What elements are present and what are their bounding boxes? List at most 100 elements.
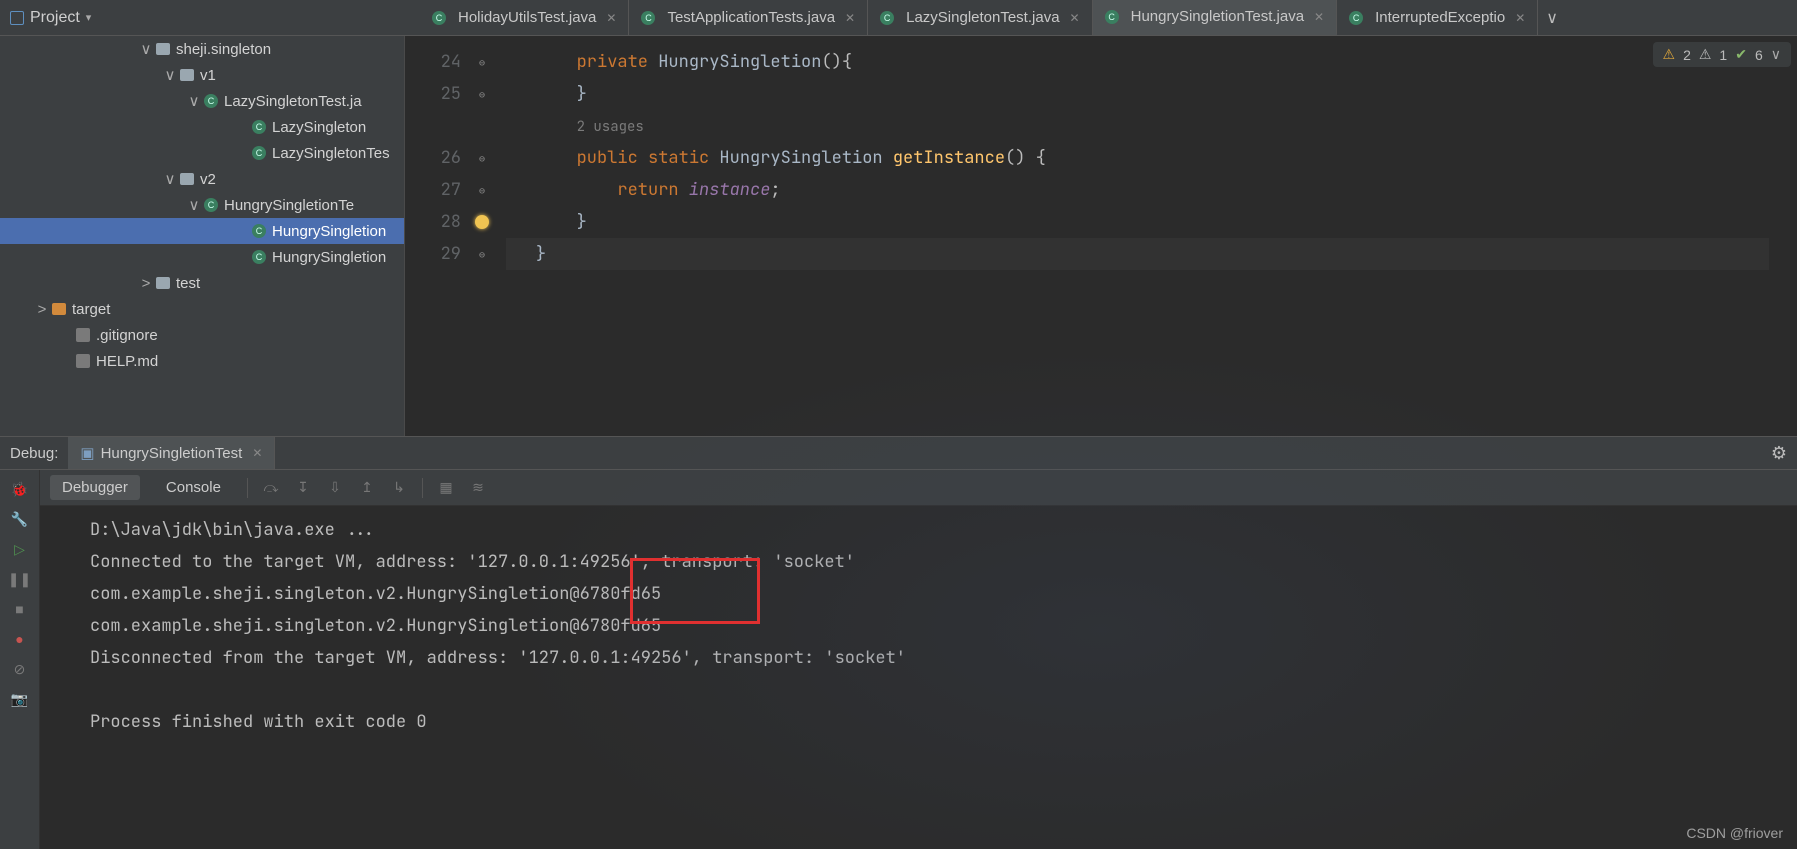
tree-item[interactable]: > target bbox=[0, 296, 404, 322]
gutter: 242526272829 bbox=[405, 36, 469, 436]
project-selector[interactable]: Project ▾ bbox=[0, 9, 101, 27]
warning-icon: ⚠ bbox=[1663, 46, 1676, 63]
debug-toolwindow-header: Debug: ▣ HungrySingletionTest ✕ ⚙ bbox=[0, 436, 1797, 470]
close-icon[interactable]: ✕ bbox=[845, 11, 855, 25]
project-title: Project bbox=[30, 9, 80, 27]
code-editor[interactable]: 242526272829 ⊖ ⊖ ⊖ ⊖ ⊖ private HungrySinglet… bbox=[405, 36, 1797, 436]
class-icon bbox=[252, 224, 266, 238]
mute-breakpoints-icon[interactable]: ⊘ bbox=[11, 660, 29, 678]
close-icon[interactable]: ✕ bbox=[1515, 11, 1525, 25]
class-icon bbox=[880, 11, 894, 25]
class-icon bbox=[641, 11, 655, 25]
code-line[interactable]: private HungrySingletion(){ bbox=[495, 46, 1797, 78]
code-line[interactable]: 2 usages bbox=[495, 110, 1797, 142]
chevron-icon[interactable]: > bbox=[140, 275, 152, 292]
editor-tab[interactable]: HolidayUtilsTest.java✕ bbox=[420, 0, 629, 35]
chevron-icon[interactable]: ∨ bbox=[164, 170, 176, 188]
chevron-icon[interactable]: ∨ bbox=[188, 92, 200, 110]
debugger-tab[interactable]: Debugger bbox=[50, 475, 140, 500]
tab-label: TestApplicationTests.java bbox=[667, 9, 835, 26]
editor-tab[interactable]: InterruptedExceptio ✕ bbox=[1337, 0, 1538, 35]
fold-icon[interactable]: ⊖ bbox=[479, 88, 485, 101]
check-count: 6 bbox=[1755, 47, 1763, 63]
gear-icon[interactable]: ⚙ bbox=[1761, 443, 1797, 464]
tree-item[interactable]: ∨sheji.singleton bbox=[0, 36, 404, 62]
tab-label: LazySingletonTest.java bbox=[906, 9, 1059, 26]
tree-item[interactable]: >test bbox=[0, 270, 404, 296]
chevron-icon[interactable]: > bbox=[36, 301, 48, 318]
bulb-icon[interactable] bbox=[475, 215, 489, 229]
folder-icon bbox=[156, 277, 170, 289]
chevron-icon[interactable]: ∨ bbox=[164, 66, 176, 84]
inspection-indicators[interactable]: ⚠ 2 ⚠ 1 ✔ 6 ∨ bbox=[1653, 42, 1792, 67]
tree-item[interactable]: LazySingletonTes bbox=[0, 140, 404, 166]
tree-item[interactable]: ∨HungrySingletionTe bbox=[0, 192, 404, 218]
folder-icon bbox=[156, 43, 170, 55]
tree-item[interactable]: HungrySingletion bbox=[0, 218, 404, 244]
editor-tab[interactable]: HungrySingletionTest.java✕ bbox=[1093, 0, 1338, 35]
tree-item[interactable]: LazySingleton bbox=[0, 114, 404, 140]
warning-count: 2 bbox=[1683, 47, 1691, 63]
class-icon bbox=[204, 198, 218, 212]
stop-icon[interactable]: ■ bbox=[11, 600, 29, 618]
step-into-icon[interactable]: ↧ bbox=[294, 479, 312, 497]
breakpoints-icon[interactable]: ● bbox=[11, 630, 29, 648]
tree-item[interactable]: ∨v1 bbox=[0, 62, 404, 88]
resume-icon[interactable]: ▷ bbox=[11, 540, 29, 558]
tree-item[interactable]: HungrySingletion bbox=[0, 244, 404, 270]
project-tree[interactable]: ∨sheji.singleton∨v1∨LazySingletonTest.ja… bbox=[0, 36, 405, 436]
camera-icon[interactable]: 📷 bbox=[11, 690, 29, 708]
tabs-more[interactable]: ∨ bbox=[1538, 0, 1566, 35]
console-output[interactable]: D:\Java\jdk\bin\java.exe ... Connected t… bbox=[40, 506, 1797, 849]
code-area[interactable]: private HungrySingletion(){ } 2 usages p… bbox=[495, 36, 1797, 436]
step-out-icon[interactable]: ↥ bbox=[358, 479, 376, 497]
tree-item-label: HungrySingletion bbox=[272, 223, 386, 240]
evaluate-icon[interactable]: ▦ bbox=[437, 479, 455, 497]
close-icon[interactable]: ✕ bbox=[252, 446, 262, 460]
chevron-down-icon[interactable]: ∨ bbox=[1771, 46, 1781, 63]
tab-label: InterruptedExceptio bbox=[1375, 9, 1505, 26]
tree-item[interactable]: ∨ LazySingletonTest.ja bbox=[0, 88, 404, 114]
editor-tab[interactable]: TestApplicationTests.java ✕ bbox=[629, 0, 868, 35]
tree-item-label: target bbox=[72, 301, 110, 318]
fold-icon[interactable]: ⊖ bbox=[479, 56, 485, 69]
wrench-icon[interactable]: 🔧 bbox=[11, 510, 29, 528]
separator bbox=[247, 478, 248, 498]
tree-item-label: LazySingletonTes bbox=[272, 145, 390, 162]
code-line[interactable]: } bbox=[495, 78, 1797, 110]
close-icon[interactable]: ✕ bbox=[1070, 11, 1080, 25]
debug-session-tab[interactable]: ▣ HungrySingletionTest ✕ bbox=[68, 437, 275, 469]
fold-icon[interactable]: ⊖ bbox=[479, 184, 485, 197]
run-to-cursor-icon[interactable]: ↳ bbox=[390, 479, 408, 497]
bug-icon[interactable]: 🐞 bbox=[11, 480, 29, 498]
folder-icon bbox=[180, 69, 194, 81]
gutter-icons: ⊖ ⊖ ⊖ ⊖ ⊖ bbox=[469, 36, 495, 436]
close-icon[interactable]: ✕ bbox=[1314, 10, 1324, 24]
force-step-into-icon[interactable]: ⇩ bbox=[326, 479, 344, 497]
file-icon bbox=[76, 354, 90, 368]
tree-item[interactable]: .gitignore bbox=[0, 322, 404, 348]
console-tab[interactable]: Console bbox=[154, 475, 233, 500]
fold-icon[interactable]: ⊖ bbox=[479, 152, 485, 165]
chevron-icon[interactable]: ∨ bbox=[188, 196, 200, 214]
code-line[interactable]: public static HungrySingletion getInstan… bbox=[495, 142, 1797, 174]
editor-tabs: HolidayUtilsTest.java✕TestApplicationTes… bbox=[420, 0, 1797, 36]
tree-item-label: HungrySingletion bbox=[272, 249, 386, 266]
step-over-icon[interactable]: ⤼ bbox=[262, 479, 280, 497]
tree-item-label: LazySingletonTest.ja bbox=[224, 93, 362, 110]
code-line[interactable]: } bbox=[495, 206, 1797, 238]
close-icon[interactable]: ✕ bbox=[606, 11, 616, 25]
pause-icon[interactable]: ❚❚ bbox=[11, 570, 29, 588]
class-icon bbox=[252, 146, 266, 160]
tree-item[interactable]: HELP.md bbox=[0, 348, 404, 374]
trace-icon[interactable]: ≋ bbox=[469, 479, 487, 497]
folder-icon bbox=[180, 173, 194, 185]
code-line[interactable]: } bbox=[495, 238, 1797, 270]
window-icon: ▣ bbox=[80, 444, 94, 462]
editor-tab[interactable]: LazySingletonTest.java ✕ bbox=[868, 0, 1093, 35]
code-line[interactable]: return instance; bbox=[495, 174, 1797, 206]
debug-actions-strip: 🐞 🔧 ▷ ❚❚ ■ ● ⊘ 📷 bbox=[0, 470, 40, 849]
tree-item[interactable]: ∨v2 bbox=[0, 166, 404, 192]
fold-icon[interactable]: ⊖ bbox=[479, 248, 485, 261]
chevron-icon[interactable]: ∨ bbox=[140, 40, 152, 58]
